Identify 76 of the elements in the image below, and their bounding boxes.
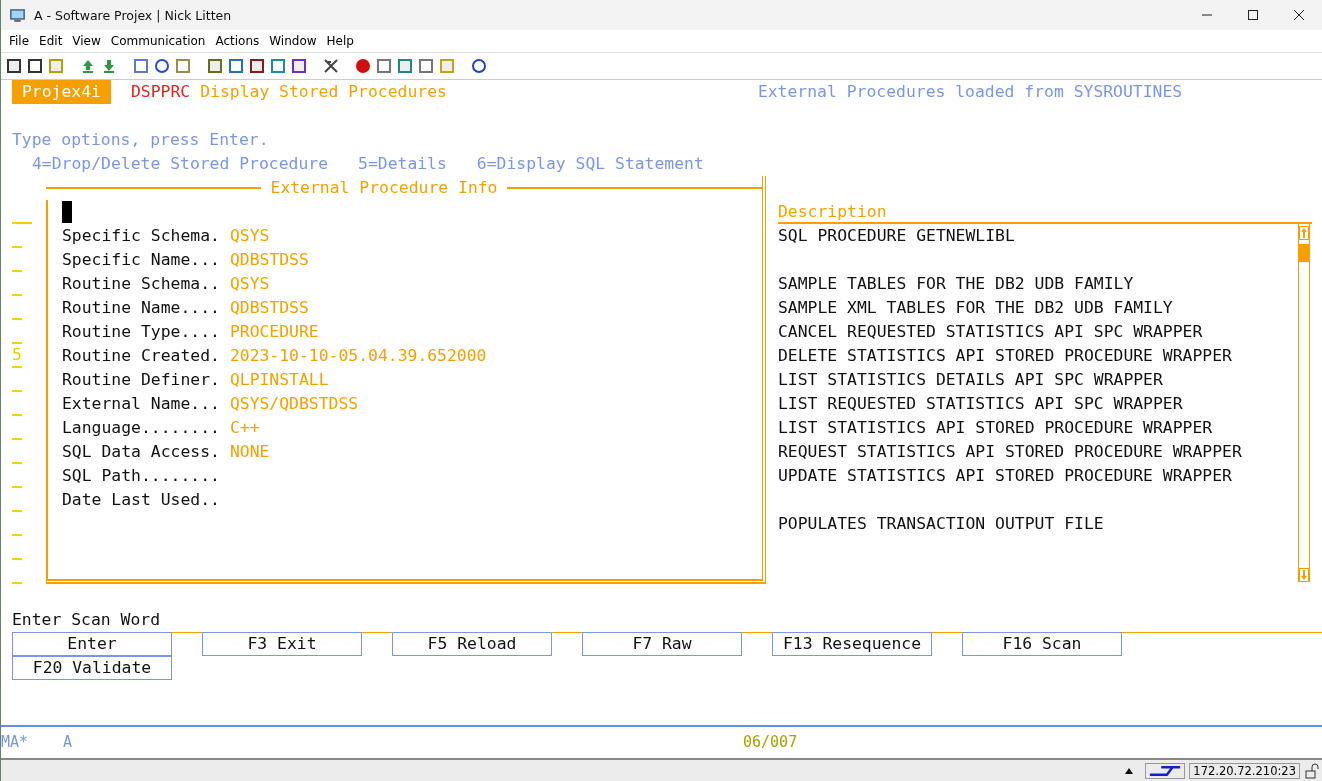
field-label: Routine Name.... (62, 297, 220, 319)
function-key-button[interactable]: F3 Exit (202, 632, 362, 656)
field-value: QDBSTDSS (229, 249, 309, 271)
scroll-up-icon[interactable] (1299, 226, 1309, 240)
field-label: SQL Path........ (62, 465, 220, 487)
function-key-button[interactable]: F16 Scan (962, 632, 1122, 656)
lock-icon (1304, 762, 1320, 779)
terminal-icon (9, 6, 26, 24)
field-value: QLPINSTALL (229, 369, 329, 391)
download-icon[interactable] (101, 58, 117, 74)
description-cell-text: SAMPLE XML TABLES FOR THE DB2 UDB FAMILY (778, 297, 1173, 319)
cursor-position: 06/007 (743, 732, 798, 751)
description-cell-text: CANCEL REQUESTED STATISTICS API SPC WRAPPER (778, 321, 1203, 343)
field-value: C++ (229, 417, 260, 439)
mode-indicator: MA* (1, 732, 30, 751)
option-legend: 6=Display SQL Statement (476, 152, 704, 176)
description-cell-text: LIST STATISTICS DETAILS API SPC WRAPPER (778, 369, 1163, 391)
field-label: Routine Created. (62, 345, 220, 367)
scrollbar[interactable] (1298, 224, 1310, 582)
menu-item[interactable]: Edit (37, 34, 68, 48)
product-badge: Projex4i (12, 80, 111, 104)
scroll-down-icon[interactable] (1299, 568, 1309, 582)
description-cell-text: UPDATE STATISTICS API STORED PROCEDURE WRAPPER (778, 465, 1232, 487)
description-cell-text: POPULATES TRANSACTION OUTPUT FILE (778, 513, 1104, 535)
session-indicator: A (63, 732, 74, 751)
option-legend: 5=Details (358, 152, 447, 176)
pen-icon[interactable] (323, 58, 339, 74)
caret-icon[interactable] (1125, 767, 1134, 774)
field-value: NONE (229, 441, 270, 463)
description-cell-text: SQL PROCEDURE GETNEWLIBL (778, 225, 1015, 247)
menu-item[interactable]: Communication (108, 34, 211, 48)
description-cell-text: SAMPLE TABLES FOR THE DB2 UDB FAMILY (778, 273, 1134, 295)
menu-item[interactable]: View (70, 34, 106, 48)
field-value: QSYS/QDBSTDSS (229, 393, 359, 415)
field-label: Routine Type.... (62, 321, 220, 343)
description-cell-text: DELETE STATISTICS API STORED PROCEDURE WRAPPER (778, 345, 1232, 367)
function-key-button[interactable]: F5 Reload (392, 632, 552, 656)
record-icon[interactable] (355, 58, 371, 74)
field-label: Routine Schema.. (62, 273, 220, 295)
field-label: External Name... (62, 393, 220, 415)
field-label: Specific Name... (62, 249, 220, 271)
help-icon[interactable] (471, 58, 487, 74)
field-value: QDBSTDSS (229, 297, 309, 319)
screen-title: Display Stored Procedures (200, 81, 447, 103)
field-value: 2023-10-10-05.04.39.652000 (229, 345, 487, 367)
upload-icon[interactable] (80, 58, 96, 74)
scan-prompt: Enter Scan Word (12, 609, 161, 631)
function-key-button[interactable]: Enter (12, 632, 172, 656)
text-cursor (62, 201, 72, 223)
option-legend: 4=Drop/Delete Stored Procedure (32, 152, 329, 176)
field-label: Language........ (62, 417, 220, 439)
menu-item[interactable]: File (7, 34, 35, 48)
field-label: Date Last Used.. (62, 489, 220, 511)
scroll-thumb[interactable] (1299, 244, 1309, 262)
window-title: A - Software Projex | Nick Litten (34, 7, 232, 23)
menu-item[interactable]: Actions (213, 34, 265, 48)
description-cell-text: LIST REQUESTED STATISTICS API SPC WRAPPER (778, 393, 1183, 415)
field-value: PROCEDURE (229, 321, 319, 343)
description-cell-text: REQUEST STATISTICS API STORED PROCEDURE WRAPPER (778, 441, 1242, 463)
menu-item[interactable]: Help (324, 34, 359, 48)
function-key-button[interactable]: F7 Raw (582, 632, 742, 656)
field-label: SQL Data Access. (62, 441, 220, 463)
field-value: QSYS (229, 225, 270, 247)
field-value: QSYS (229, 273, 270, 295)
function-key-button[interactable]: F20 Validate (12, 656, 172, 680)
description-cell-text: LIST STATISTICS API STORED PROCEDURE WRAPPER (778, 417, 1213, 439)
instructions-text: Type options, press Enter. (12, 129, 269, 151)
connection-icon (1145, 762, 1186, 779)
command-name: DSPPRC (130, 81, 191, 103)
info-text: External Procedures loaded from SYSROUTINES (757, 81, 1183, 103)
field-label: Specific Schema. (62, 225, 220, 247)
menu-item[interactable]: Window (267, 34, 322, 48)
column-heading: Description (778, 201, 887, 222)
host-address: 172.20.72.210:23 (1189, 762, 1300, 779)
function-key-button[interactable]: F13 Resequence (772, 632, 932, 656)
field-label: Routine Definer. (62, 369, 220, 391)
